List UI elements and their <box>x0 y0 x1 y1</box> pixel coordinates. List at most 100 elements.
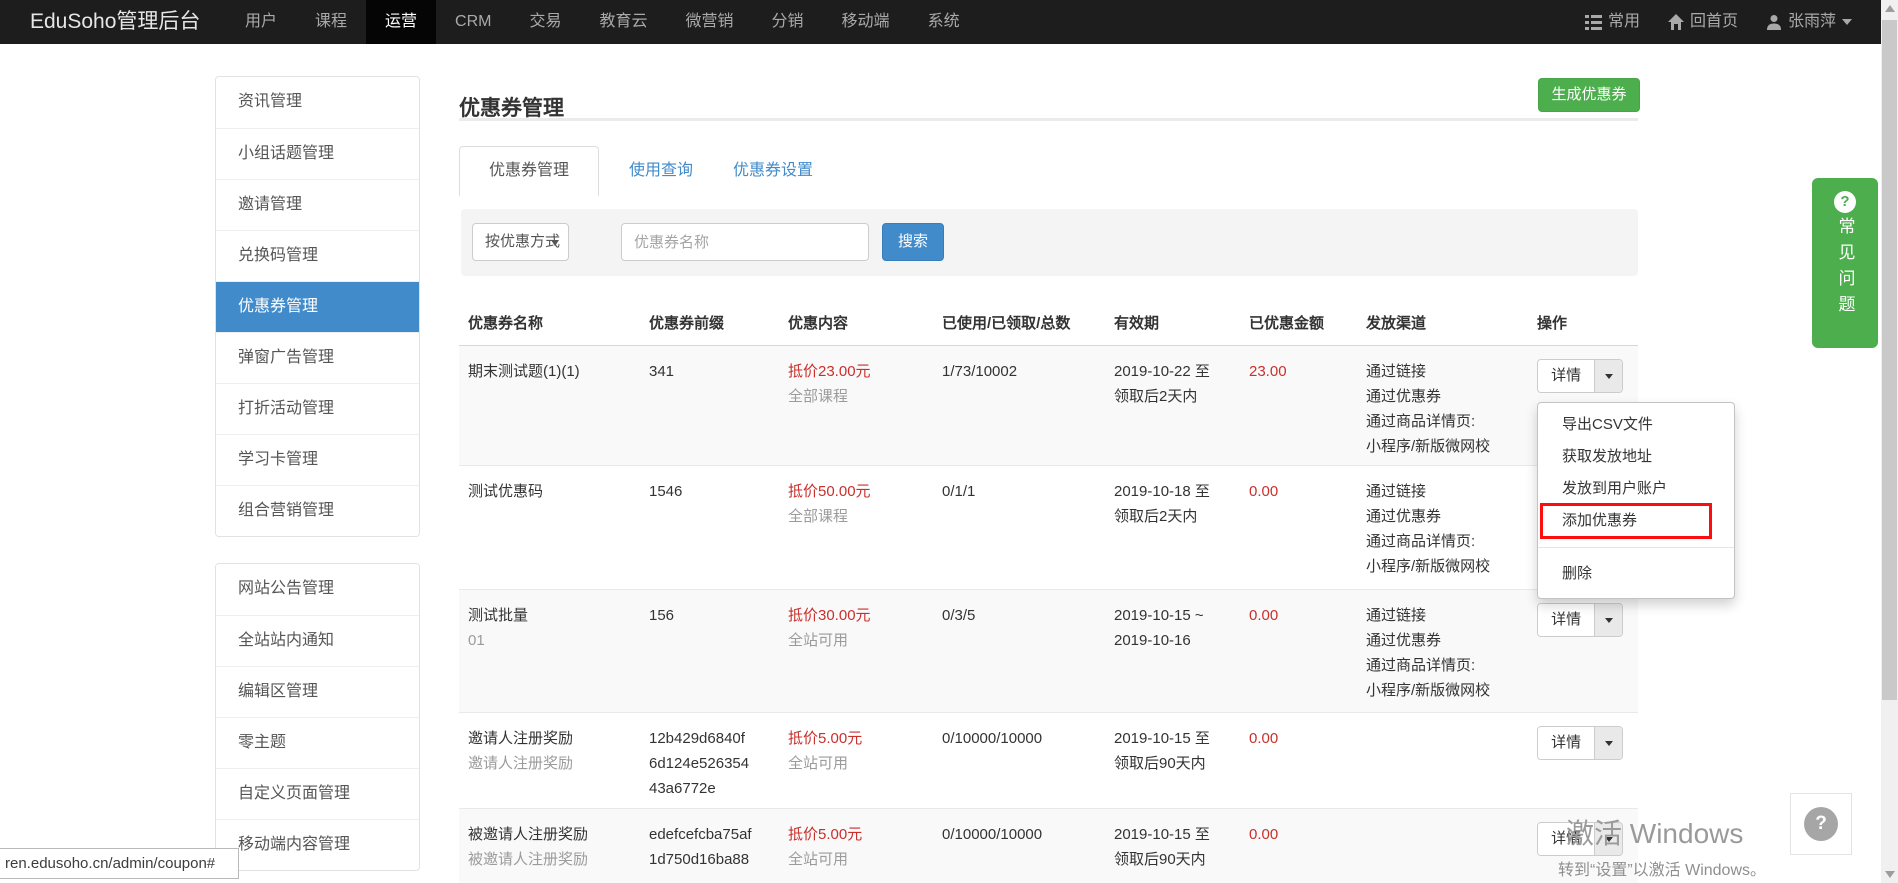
menu-item-get-distribution-url[interactable]: 获取发放地址 <box>1538 441 1734 473</box>
nav-common-label: 常用 <box>1608 0 1640 44</box>
nav-common-menu[interactable]: 常用 <box>1585 0 1640 44</box>
sidebar-item-site-notification[interactable]: 全站站内通知 <box>216 615 419 666</box>
nav-item-course[interactable]: 课程 <box>296 0 366 44</box>
status-url-tooltip: ren.edusoho.cn/admin/coupon# <box>0 848 239 879</box>
coupon-amount: 0.00 <box>1240 809 1357 883</box>
nav-home-link[interactable]: 回首页 <box>1668 0 1738 44</box>
detail-button[interactable]: 详情 <box>1538 360 1594 392</box>
coupon-validity: 2019-10-15 至 领取后90天内 <box>1105 713 1240 808</box>
select-caret-icon <box>551 240 559 250</box>
sidebar-site-group: 网站公告管理 全站站内通知 编辑区管理 零主题 自定义页面管理 移动端内容管理 <box>215 563 420 871</box>
header-channel: 发放渠道 <box>1357 312 1528 333</box>
nav-item-distribution[interactable]: 分销 <box>753 0 823 44</box>
header-actions: 操作 <box>1528 312 1638 333</box>
help-button[interactable]: ? <box>1790 793 1852 855</box>
nav-user-menu[interactable]: 张雨萍 <box>1766 0 1852 44</box>
coupon-validity: 2019-10-18 至 领取后2天内 <box>1105 466 1240 589</box>
question-mark-icon: ? <box>1804 807 1838 841</box>
nav-item-edu-cloud[interactable]: 教育云 <box>581 0 667 44</box>
sidebar-item-invitation[interactable]: 邀请管理 <box>216 179 419 230</box>
menu-item-add-coupon[interactable]: 添加优惠券 <box>1538 505 1734 537</box>
detail-button[interactable]: 详情 <box>1538 823 1594 855</box>
detail-split-button: 详情 <box>1537 359 1623 393</box>
sidebar-item-custom-page[interactable]: 自定义页面管理 <box>216 768 419 819</box>
nav-item-mobile[interactable]: 移动端 <box>823 0 909 44</box>
sidebar-item-editor-area[interactable]: 编辑区管理 <box>216 666 419 717</box>
sidebar-item-popup-ads[interactable]: 弹窗广告管理 <box>216 332 419 383</box>
tab-usage-query[interactable]: 使用查询 <box>629 147 693 195</box>
menu-item-export-csv[interactable]: 导出CSV文件 <box>1538 409 1734 441</box>
nav-user-label: 张雨萍 <box>1788 0 1836 44</box>
coupon-channels: 通过链接 通过优惠券 通过商品详情页: 小程序/新版微网校 <box>1357 466 1528 589</box>
sidebar-item-combo-marketing[interactable]: 组合营销管理 <box>216 485 419 536</box>
nav-item-user[interactable]: 用户 <box>226 0 296 44</box>
coupon-scope: 全部课程 <box>788 384 925 409</box>
tab-coupon-management[interactable]: 优惠券管理 <box>459 146 599 196</box>
sidebar-item-mobile-content[interactable]: 移动端内容管理 <box>216 819 419 870</box>
coupon-usage: 1/73/10002 <box>933 346 1105 465</box>
sidebar-item-site-announcement[interactable]: 网站公告管理 <box>216 564 419 615</box>
detail-caret-button[interactable] <box>1594 727 1622 759</box>
search-input[interactable] <box>621 223 869 261</box>
menu-item-distribute-to-user[interactable]: 发放到用户账户 <box>1538 473 1734 505</box>
menu-item-delete[interactable]: 删除 <box>1538 558 1734 590</box>
coupon-name: 测试优惠码 <box>468 479 632 504</box>
coupon-amount: 0.00 <box>1240 713 1357 808</box>
sidebar-item-discount-activity[interactable]: 打折活动管理 <box>216 383 419 434</box>
coupon-amount: 23.00 <box>1240 346 1357 465</box>
coupon-table: 优惠券名称 优惠券前缀 优惠内容 已使用/已领取/总数 有效期 已优惠金额 发放… <box>459 300 1638 883</box>
sidebar-item-group-topics[interactable]: 小组话题管理 <box>216 128 419 179</box>
detail-dropdown-menu: 导出CSV文件 获取发放地址 发放到用户账户 添加优惠券 删除 <box>1537 402 1735 599</box>
faq-label: 常见问题 <box>1833 217 1858 321</box>
sidebar-item-redeem-code[interactable]: 兑换码管理 <box>216 230 419 281</box>
coupon-prefix: 341 <box>640 346 779 465</box>
nav-item-operation[interactable]: 运营 <box>366 0 436 44</box>
nav-item-crm[interactable]: CRM <box>436 0 510 44</box>
coupon-name: 被邀请人注册奖励 <box>468 822 632 847</box>
nav-item-micro-marketing[interactable]: 微营销 <box>667 0 753 44</box>
scrollbar-down-arrow[interactable] <box>1885 871 1895 878</box>
sidebar-item-learning-card[interactable]: 学习卡管理 <box>216 434 419 485</box>
coupon-deal: 抵价5.00元 <box>788 822 925 847</box>
coupon-deal: 抵价50.00元 <box>788 479 925 504</box>
vertical-scrollbar[interactable] <box>1881 0 1898 883</box>
scrollbar-thumb[interactable] <box>1882 20 1897 700</box>
title-divider <box>459 118 1638 121</box>
brand-logo[interactable]: EduSoho管理后台 <box>30 0 226 44</box>
detail-caret-button[interactable] <box>1594 823 1622 855</box>
coupon-deal: 抵价23.00元 <box>788 359 925 384</box>
coupon-usage: 0/3/5 <box>933 590 1105 712</box>
sidebar-item-zero-theme[interactable]: 零主题 <box>216 717 419 768</box>
coupon-scope: 全站可用 <box>788 628 925 653</box>
coupon-scope: 全部课程 <box>788 504 925 529</box>
coupon-name: 期末测试题(1)(1) <box>468 359 632 384</box>
coupon-name-sub: 01 <box>468 628 632 653</box>
nav-item-system[interactable]: 系统 <box>909 0 979 44</box>
scrollbar-up-arrow[interactable] <box>1885 5 1895 12</box>
coupon-amount: 0.00 <box>1240 590 1357 712</box>
app: EduSoho管理后台 用户 课程 运营 CRM 交易 教育云 微营销 分销 移… <box>0 0 1898 883</box>
nav-item-trade[interactable]: 交易 <box>510 0 580 44</box>
detail-caret-button[interactable] <box>1594 360 1622 392</box>
generate-coupon-button[interactable]: 生成优惠券 <box>1538 78 1640 112</box>
sidebar-item-news[interactable]: 资讯管理 <box>216 77 419 128</box>
caret-down-icon <box>1605 618 1613 627</box>
detail-caret-button[interactable] <box>1594 604 1622 636</box>
header-coupon-name: 优惠券名称 <box>459 312 640 333</box>
faq-float-button[interactable]: ? 常见问题 <box>1812 178 1878 348</box>
sidebar-item-coupon[interactable]: 优惠券管理 <box>216 281 419 332</box>
table-row: 测试优惠码 1546 抵价50.00元全部课程 0/1/1 2019-10-18… <box>459 466 1638 590</box>
sidebar-marketing-group: 资讯管理 小组话题管理 邀请管理 兑换码管理 优惠券管理 弹窗广告管理 打折活动… <box>215 76 420 537</box>
header-usage: 已使用/已领取/总数 <box>933 312 1105 333</box>
coupon-prefix: edefcefcba75af 1d750d16ba88 <box>640 809 779 883</box>
detail-button[interactable]: 详情 <box>1538 604 1594 636</box>
tab-coupon-settings[interactable]: 优惠券设置 <box>733 147 813 195</box>
filter-select[interactable]: 按优惠方式 <box>472 223 569 261</box>
nav-home-label: 回首页 <box>1690 0 1738 44</box>
coupon-channels <box>1357 809 1528 883</box>
detail-button[interactable]: 详情 <box>1538 727 1594 759</box>
search-button[interactable]: 搜索 <box>882 223 944 261</box>
detail-split-button: 详情 <box>1537 822 1623 856</box>
caret-down-icon <box>1605 741 1613 750</box>
caret-down-icon <box>1605 837 1613 846</box>
